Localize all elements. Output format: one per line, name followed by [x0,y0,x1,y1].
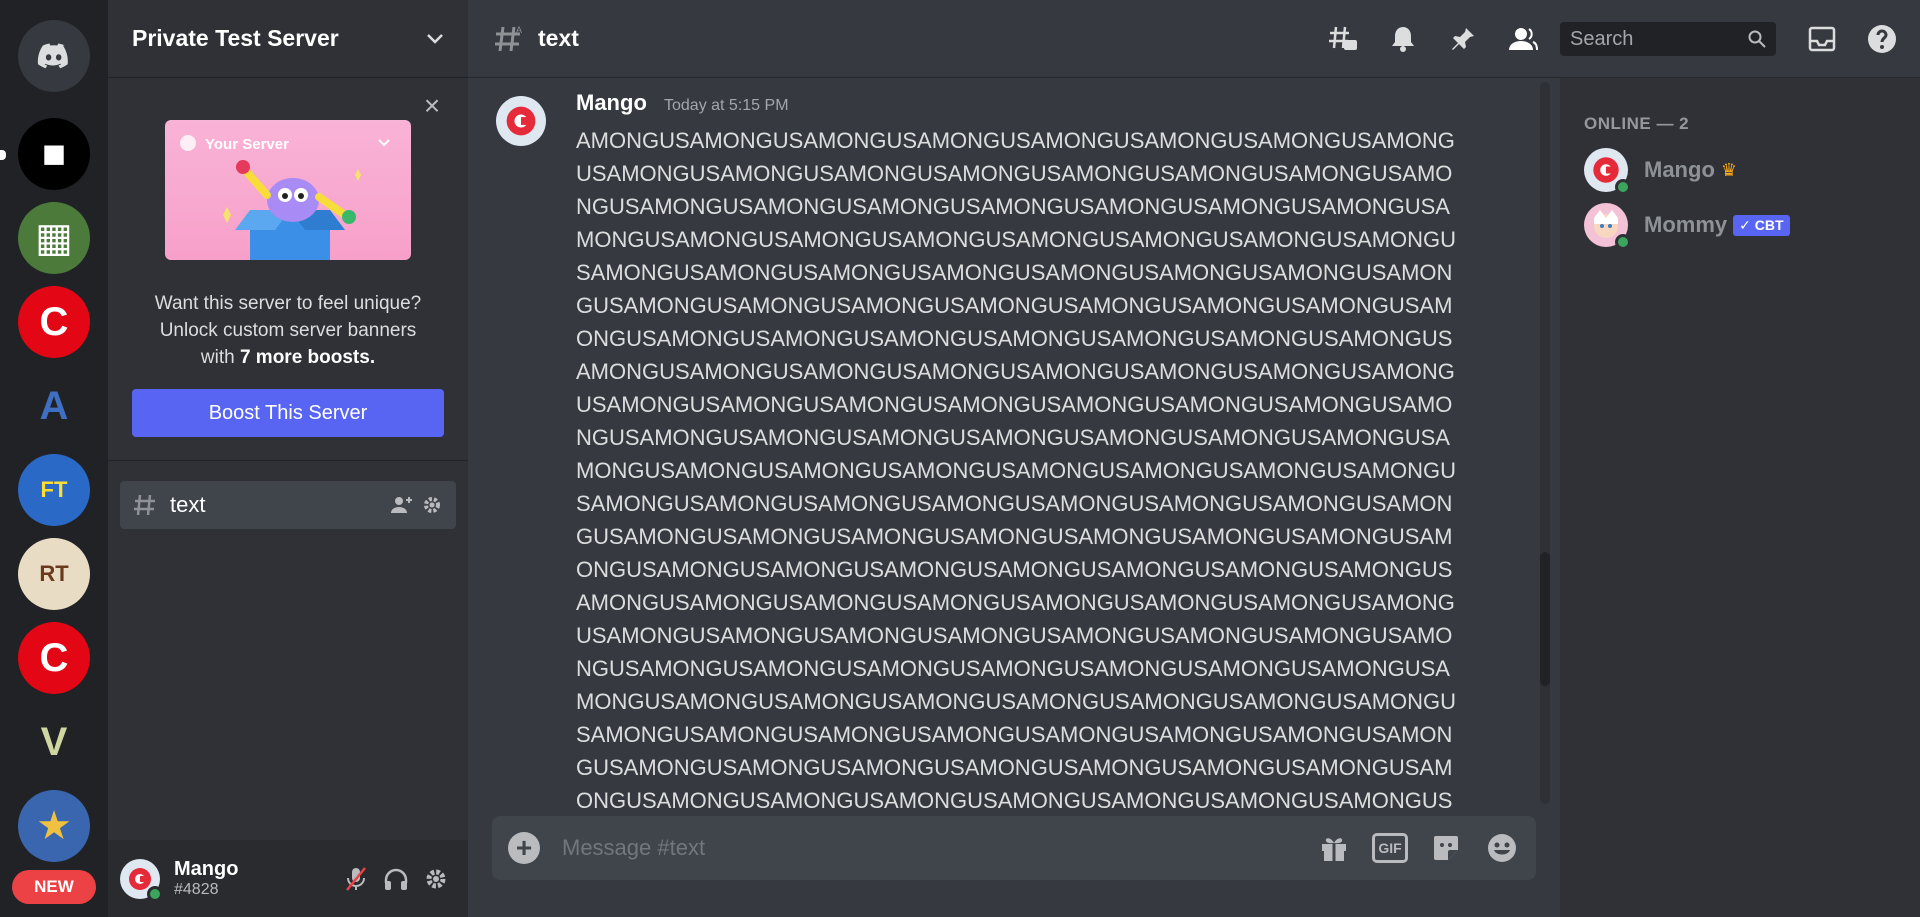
member-list: ONLINE — 2 Mango ♛ Mommy ✓ CBT [1560,78,1920,917]
channel-title: text [538,25,579,51]
a-logo-server-icon[interactable]: A [18,370,90,442]
scrollbar-thumb[interactable] [1540,552,1550,686]
scrollbar[interactable] [1540,82,1550,804]
first-try-server-icon[interactable]: FT [18,454,90,526]
banner-label: Your Server [205,136,289,153]
message-timestamp: Today at 5:15 PM [664,97,789,114]
avatar-logo-icon [506,106,536,136]
boost-line-2: Unlock custom server banners [159,320,417,341]
road-trip-server-icon[interactable]: RT [18,538,90,610]
microphone-muted-icon [346,866,366,891]
gear-icon[interactable] [420,493,444,517]
online-status-icon [147,885,163,902]
channel-sidebar: Private Test Server × Your Server Want t… [108,0,468,917]
member-item[interactable]: Mango ♛ [1584,146,1904,195]
boost-server-button[interactable]: Boost This Server [132,389,444,437]
add-member-icon[interactable] [390,493,414,517]
mute-button[interactable] [336,859,376,899]
message-author[interactable]: Mango [576,90,647,116]
boost-mascot-illustration [223,160,361,260]
avatar [1584,148,1631,195]
svg-text:A: A [516,25,522,35]
emoji-icon[interactable] [1484,830,1520,866]
unread-indicator [0,150,6,160]
boost-line-1: Want this server to feel unique? [154,293,422,314]
server-icon [180,135,196,151]
sticker-icon[interactable] [1428,830,1464,866]
search-placeholder: Search [1570,27,1634,50]
minecraft-server-icon[interactable]: ▦ [18,202,90,274]
gift-icon[interactable] [1316,830,1352,866]
chevron-down-icon [427,33,443,44]
boost-line-3-prefix: with [200,347,240,368]
message-avatar[interactable] [496,96,546,146]
member-name: Mango [1644,157,1715,182]
online-status-icon [1615,179,1631,195]
online-status-icon [1615,234,1631,250]
avatar[interactable] [120,858,163,902]
bot-tag: ✓ CBT [1733,214,1790,236]
roblox-server-icon[interactable]: ■ [18,118,90,190]
chat-area: A text Search Mango Today at 5:15 PM AMO… [468,0,1920,917]
new-badge: NEW [12,870,96,904]
home-button[interactable] [18,20,90,92]
crown-icon: ♛ [1720,159,1738,180]
boost-count: 7 more boosts. [239,347,376,368]
boost-banner-image: Your Server [165,120,411,260]
user-tag: #4828 [174,881,219,898]
headphones-icon [384,868,408,890]
gta-server-icon[interactable]: V [18,706,90,778]
boost-line-3: with 7 more boosts. [108,344,468,371]
hash-icon: A [495,25,522,51]
message-composer: + GIF [492,816,1536,880]
server-header[interactable]: Private Test Server [108,0,468,78]
member-item[interactable]: Mommy ✓ CBT [1584,201,1904,250]
chevron-down-icon [378,139,390,147]
c-server-2-icon[interactable]: C [18,622,90,694]
fnaf-server-icon[interactable]: ★ [18,790,90,862]
pin-icon[interactable] [1443,19,1483,59]
member-list-icon[interactable] [1503,19,1543,59]
user-settings-button[interactable] [416,859,456,899]
gear-icon [426,869,446,888]
c-server-1-icon[interactable]: C [18,286,90,358]
discord-logo-icon [37,43,68,69]
notification-bell-icon[interactable] [1383,19,1423,59]
search-input[interactable]: Search [1560,22,1776,56]
member-name: Mommy [1644,212,1728,237]
inbox-icon[interactable] [1802,19,1842,59]
server-rail: ■ ▦ C A FT RT C V ★ NEW [0,0,108,917]
help-icon[interactable] [1862,19,1902,59]
message-input[interactable] [562,835,1296,861]
username: Mango [174,858,239,880]
gif-button[interactable]: GIF [1372,833,1408,863]
message-content: AMONGUSAMONGUSAMONGUSAMONGUSAMONGUSAMONG… [576,128,1457,813]
header-toolbar [1323,0,1543,78]
threads-icon[interactable] [1323,19,1363,59]
online-heading: ONLINE — 2 [1584,114,1690,133]
channel-item-text[interactable]: text [120,481,456,529]
search-icon [1748,30,1766,48]
user-panel: Mango #4828 [108,840,468,917]
server-name: Private Test Server [132,25,339,51]
avatar [1584,203,1631,250]
hash-icon [134,494,155,516]
attach-plus-icon[interactable]: + [508,832,540,864]
user-names: Mango #4828 [174,858,336,899]
channel-name: text [170,492,206,517]
divider [108,460,468,461]
deafen-button[interactable] [376,859,416,899]
close-icon[interactable]: × [418,92,446,120]
